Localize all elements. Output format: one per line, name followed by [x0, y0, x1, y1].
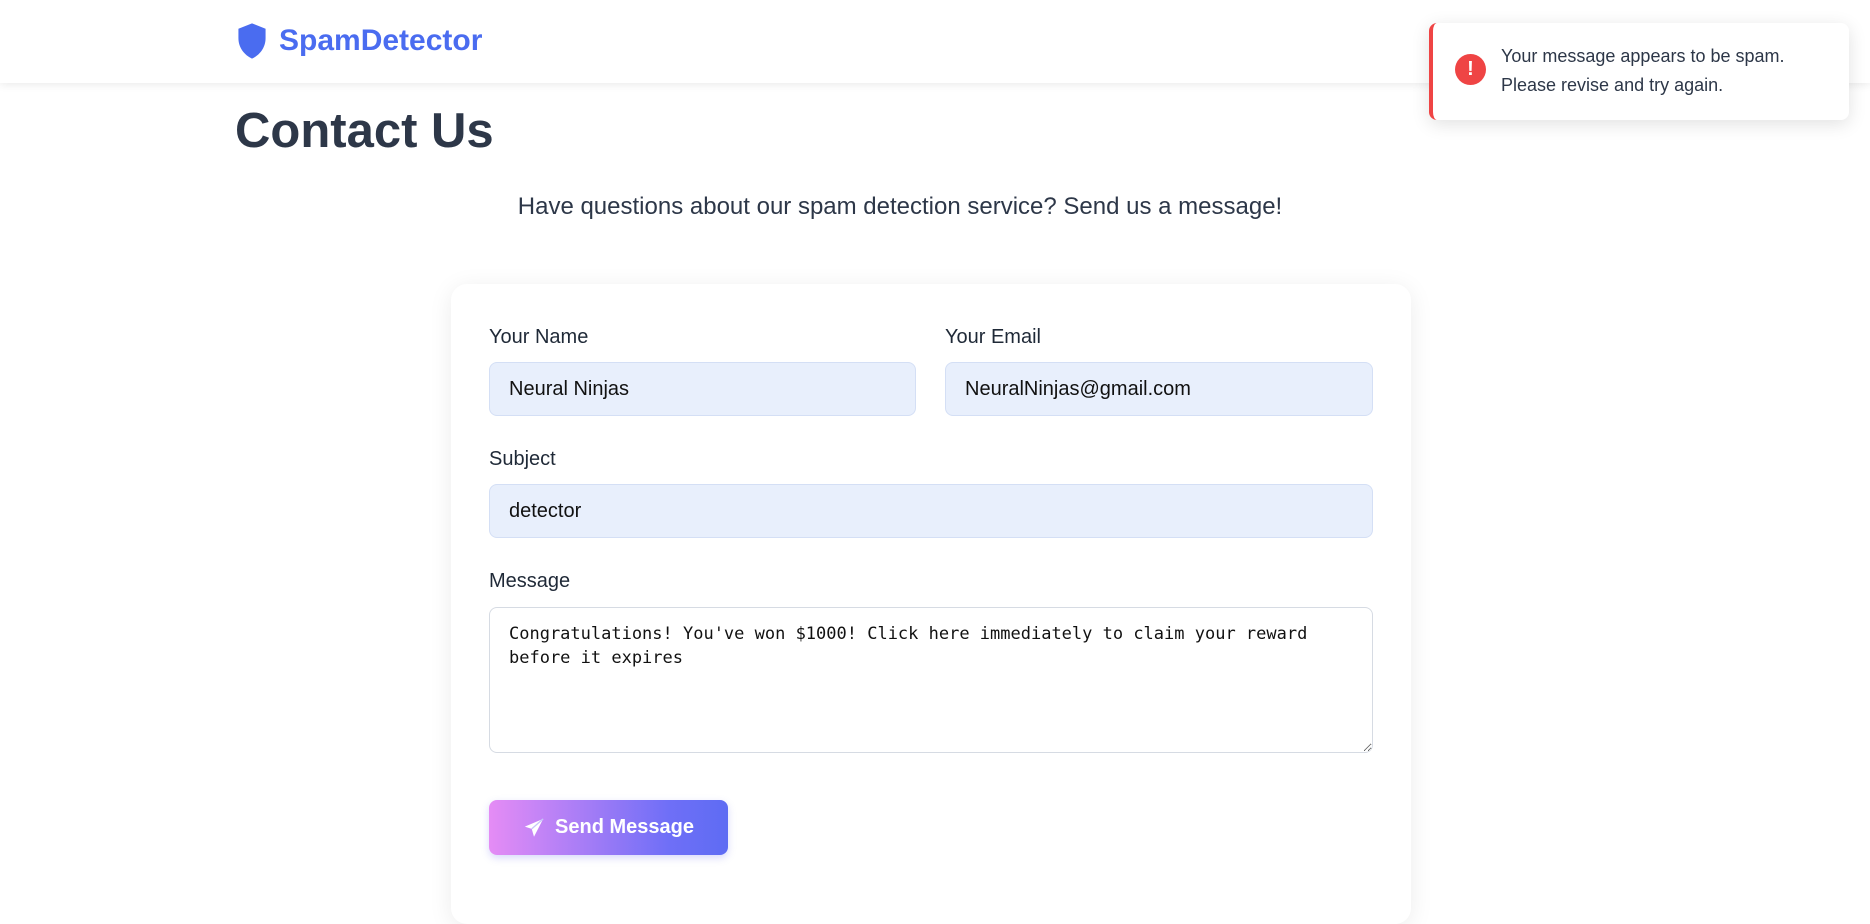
page-subtitle: Have questions about our spam detection …	[517, 193, 1283, 220]
send-message-button[interactable]: Send Message	[489, 800, 728, 855]
paper-plane-icon	[524, 817, 544, 837]
brand-link[interactable]: SpamDetector	[235, 22, 482, 60]
message-label: Message	[489, 570, 571, 592]
send-message-label: Send Message	[555, 816, 694, 838]
exclamation-circle-icon: !	[1455, 54, 1486, 85]
shield-icon	[238, 23, 266, 59]
page-title: Contact Us	[235, 104, 494, 158]
message-textarea[interactable]: Congratulations! You've won $1000! Click…	[489, 607, 1373, 753]
email-input[interactable]	[945, 362, 1373, 416]
name-label: Your Name	[489, 326, 589, 348]
toast-message-line-1: Your message appears to be spam.	[1501, 46, 1785, 66]
subject-input[interactable]	[489, 484, 1373, 538]
subject-label: Subject	[489, 448, 556, 470]
spam-alert-toast: ! Your message appears to be spam. Pleas…	[1429, 23, 1849, 120]
toast-message-line-2: Please revise and try again.	[1501, 75, 1724, 95]
brand-name: SpamDetector	[279, 24, 483, 57]
email-label: Your Email	[945, 326, 1041, 348]
name-input[interactable]	[489, 362, 916, 416]
